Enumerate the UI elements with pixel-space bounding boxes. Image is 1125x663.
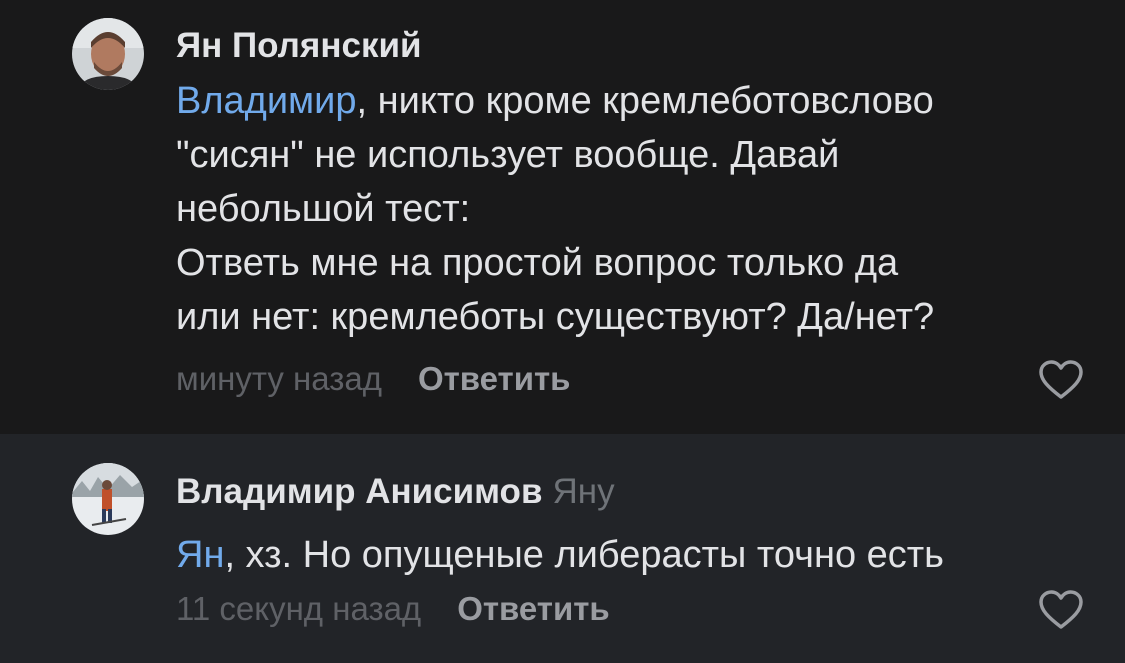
heart-outline-icon[interactable] xyxy=(1038,590,1084,630)
author-name[interactable]: Владимир Анисимов xyxy=(176,472,542,511)
comment-meta: 11 секунд назад Ответить xyxy=(176,590,610,628)
author-avatar[interactable] xyxy=(72,18,144,90)
user-photo-avatar-icon xyxy=(72,18,144,90)
comment-text: Владимир, никто кроме кремлеботовслово "… xyxy=(176,74,1076,344)
comment-author: Владимир Анисимов Яну xyxy=(176,472,615,512)
comment-author[interactable]: Ян Полянский xyxy=(176,26,422,66)
comment-item: Ян Полянский Владимир, никто кроме кремл… xyxy=(0,0,1125,434)
author-name[interactable]: Ян Полянский xyxy=(176,26,422,65)
mention-link[interactable]: Владимир xyxy=(176,80,357,122)
comment-line-text: , никто кроме кремлеботовслово xyxy=(356,80,934,122)
mention-link[interactable]: Ян xyxy=(176,534,224,576)
comment-text: Ян, хз. Но опущеные либерасты точно есть xyxy=(176,528,1076,582)
comment-line: Ответь мне на простой вопрос только да xyxy=(176,242,899,284)
comment-line: Ян, хз. Но опущеные либерасты точно есть xyxy=(176,528,1076,582)
comment-line: "сисян" не использует вообще. Давай xyxy=(176,134,840,176)
author-avatar[interactable] xyxy=(72,463,144,535)
reply-button[interactable]: Ответить xyxy=(418,360,571,397)
comment-meta: минуту назад Ответить xyxy=(176,360,570,398)
heart-outline-icon[interactable] xyxy=(1038,360,1084,400)
comment-line-text: , хз. Но опущеные либерасты точно есть xyxy=(224,534,944,576)
comment-line: Владимир, никто кроме кремлеботовслово xyxy=(176,74,1076,128)
comment-item: Владимир Анисимов Яну Ян, хз. Но опущеные… xyxy=(0,434,1125,663)
comment-timestamp: 11 секунд назад xyxy=(176,590,422,627)
comment-line: небольшой тест: xyxy=(176,188,471,230)
user-photo-avatar-icon xyxy=(72,463,144,535)
comment-timestamp: минуту назад xyxy=(176,360,382,397)
reply-button[interactable]: Ответить xyxy=(457,590,610,627)
comment-line: или нет: кремлеботы существуют? Да/нет? xyxy=(176,296,935,338)
reply-to-label[interactable]: Яну xyxy=(552,472,614,511)
